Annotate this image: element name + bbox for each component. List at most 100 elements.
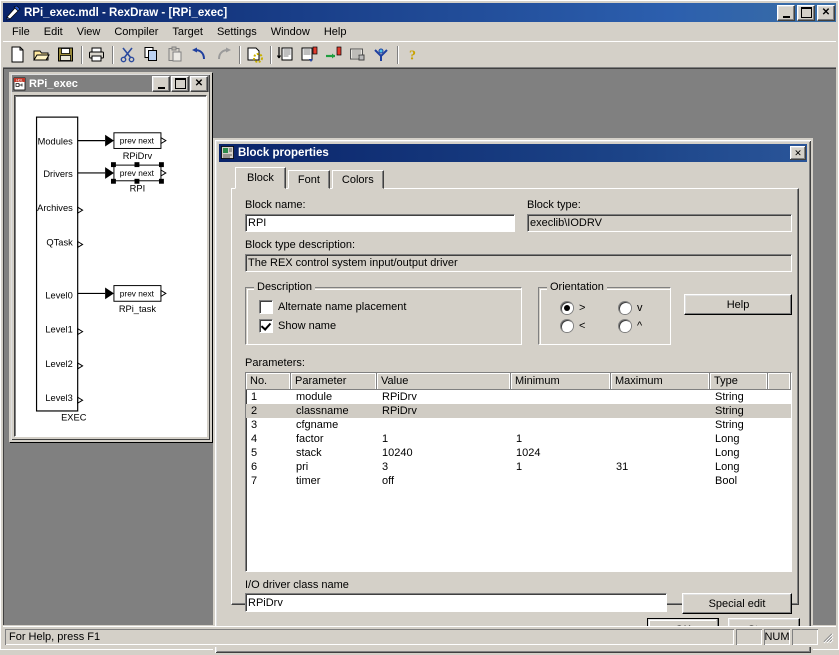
child-window-controls: ✕ [152,75,208,92]
child-minimize-button[interactable] [152,75,170,92]
tab-colors[interactable]: Colors [331,170,384,189]
cell-maximum [611,390,710,404]
open-folder-icon[interactable] [30,44,53,66]
print-icon[interactable] [85,44,108,66]
column-header-parameter[interactable]: Parameter [291,373,377,389]
menu-item-view[interactable]: View [70,24,108,40]
diagram-canvas[interactable]: EXEC Modules Drivers Archives QTask Leve… [14,95,207,437]
cell-parameter: classname [296,405,349,417]
cell-no: 1 [251,391,258,403]
table-row[interactable]: 6 pri 3 1 31 Long [246,460,791,474]
cell-no: 6 [251,461,258,473]
orientation-down-label: v [637,302,643,314]
redo-arrow-icon[interactable] [212,44,235,66]
new-document-icon[interactable] [6,44,29,66]
menu-item-compiler[interactable]: Compiler [107,24,165,40]
cell-value: RPiDrv [382,391,417,403]
maximize-button[interactable] [797,4,815,21]
orientation-right-radio[interactable]: > [561,302,585,314]
column-header-type[interactable]: Type [710,373,768,389]
toolbar-separator [78,45,85,65]
help-button[interactable]: Help [684,294,792,315]
menu-item-help[interactable]: Help [317,24,354,40]
child-window-rpi-exec[interactable]: HDL RPi_exec ✕ EXEC Modules Drivers Arch… [9,72,212,442]
column-header-minimum[interactable]: Minimum [511,373,611,389]
parameters-grid[interactable]: No. Parameter Value Minimum Maximum Type… [245,372,792,572]
description-group-title: Description [254,281,316,293]
svg-text:Level0: Level0 [45,290,72,300]
minimize-button[interactable] [777,4,795,21]
cell-value: off [382,475,395,487]
column-header-value[interactable]: Value [377,373,511,389]
cell-no: 2 [251,405,258,417]
child-close-button[interactable]: ✕ [190,75,208,92]
rexdraw-app-icon [5,5,21,21]
undo-arrow-icon[interactable] [188,44,211,66]
child-maximize-button[interactable] [171,75,189,92]
dialog-close-button[interactable] [790,146,806,160]
table-row[interactable]: 1 module RPiDrv String [246,390,791,404]
radio-box [619,302,631,314]
cell-type: Long [715,433,740,445]
copy-icon[interactable] [140,44,163,66]
block-name-input[interactable]: RPI [245,214,515,232]
download-target-icon[interactable] [298,44,321,66]
block-name-label: Block name: [245,199,306,211]
tab-font-label: Font [297,173,320,186]
help-question-icon[interactable]: ? [401,44,424,66]
menu-item-settings[interactable]: Settings [210,24,264,40]
table-row[interactable]: 7 timer off Bool [246,474,791,488]
alternate-name-placement-checkbox[interactable]: Alternate name placement [259,300,406,314]
orientation-left-radio[interactable]: < [561,320,585,332]
download-icon[interactable] [274,44,297,66]
close-button[interactable]: ✕ [817,4,835,21]
child-title-text: RPi_exec [29,77,78,90]
compile-icon[interactable] [243,44,266,66]
radio-box [561,302,573,314]
tab-block[interactable]: Block [235,167,286,189]
table-row[interactable]: 3 cfgname String [246,418,791,432]
diagnostics-icon[interactable] [346,44,369,66]
table-row[interactable]: 4 factor 1 1 Long [246,432,791,446]
special-edit-button[interactable]: Special edit [682,593,792,614]
parameters-grid-header: No. Parameter Value Minimum Maximum Type [246,373,791,390]
svg-text:Level2: Level2 [45,359,72,369]
cut-scissors-icon[interactable] [116,44,139,66]
cell-value: RPiDrv [382,405,417,417]
orientation-up-radio[interactable]: ^ [619,320,642,332]
watch-icon[interactable] [370,44,393,66]
toolbar-separator [394,45,401,65]
save-disk-icon[interactable] [54,44,77,66]
alternate-name-placement-label: Alternate name placement [278,301,407,313]
menu-item-file[interactable]: File [5,24,37,40]
connect-icon[interactable] [322,44,345,66]
column-header-maximum[interactable]: Maximum [611,373,710,389]
hdl-document-icon: HDL [13,77,27,91]
block-diagram: EXEC Modules Drivers Archives QTask Leve… [35,116,167,423]
cell-minimum [511,404,611,418]
table-row[interactable]: 5 stack 10240 1024 Long [246,446,791,460]
cell-minimum [511,474,611,488]
driver-class-input[interactable]: RPiDrv [245,593,667,612]
show-name-checkbox[interactable]: Show name [259,319,336,333]
orientation-down-radio[interactable]: v [619,302,643,314]
driver-class-label: I/O driver class name [245,579,349,591]
tab-font[interactable]: Font [287,170,330,189]
column-header-no[interactable]: No. [246,373,291,389]
block-type-value: execlib\IODRV [527,214,792,232]
column-header-extra[interactable] [768,373,791,389]
menu-item-target[interactable]: Target [165,24,210,40]
cell-maximum [611,446,710,460]
table-row[interactable]: 2 classname RPiDrv String [246,404,791,418]
cell-type: Long [715,461,740,473]
menu-item-window[interactable]: Window [264,24,317,40]
properties-icon [221,146,235,160]
resize-grip-icon[interactable] [820,630,834,644]
block-description-label: Block type description: [245,239,356,251]
cell-no: 7 [251,475,258,487]
menu-item-edit[interactable]: Edit [37,24,70,40]
parameters-label: Parameters: [245,357,305,369]
svg-text:Drivers: Drivers [43,169,73,179]
svg-text:Level3: Level3 [45,393,72,403]
paste-icon[interactable] [164,44,187,66]
